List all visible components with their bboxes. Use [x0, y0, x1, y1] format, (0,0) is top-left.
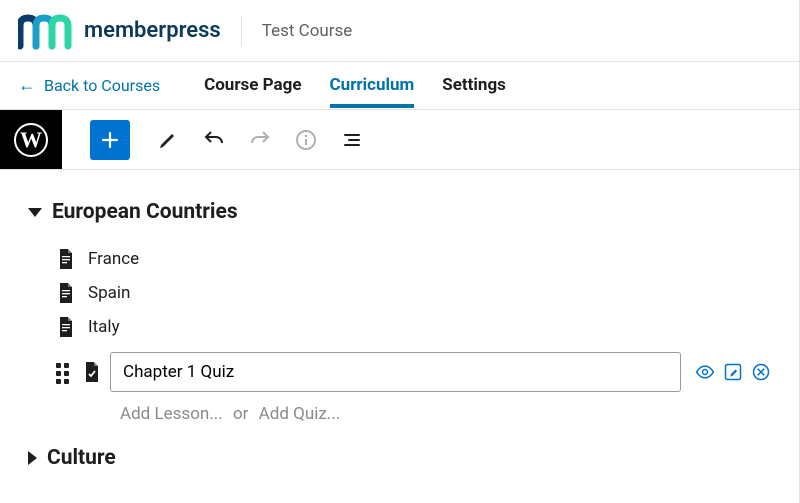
redo-icon — [248, 128, 272, 152]
wordpress-badge[interactable]: W — [0, 110, 62, 169]
add-block-button[interactable] — [90, 120, 130, 160]
tab-settings[interactable]: Settings — [442, 64, 506, 107]
back-link-label: Back to Courses — [44, 76, 160, 95]
lesson-item[interactable]: Spain — [58, 276, 771, 310]
add-quiz-link[interactable]: Add Quiz... — [259, 404, 341, 424]
brand: memberpress — [18, 12, 221, 50]
header-divider — [241, 16, 242, 46]
tab-course-page[interactable]: Course Page — [204, 64, 301, 107]
quiz-entry-row — [56, 352, 771, 392]
quiz-actions — [691, 362, 771, 382]
list-icon — [340, 128, 364, 152]
info-button[interactable] — [286, 120, 326, 160]
lesson-item[interactable]: France — [58, 242, 771, 276]
undo-icon — [202, 128, 226, 152]
lesson-label: Italy — [88, 317, 120, 337]
delete-icon[interactable] — [751, 362, 771, 382]
brand-name: memberpress — [84, 18, 221, 43]
quiz-document-icon — [84, 362, 100, 382]
disclosure-down-icon — [28, 208, 42, 217]
editor-toolbar-row: W — [0, 110, 799, 170]
document-icon — [58, 283, 74, 303]
undo-button[interactable] — [194, 120, 234, 160]
plus-icon — [98, 128, 122, 152]
info-icon — [294, 128, 318, 152]
lesson-item[interactable]: Italy — [58, 310, 771, 344]
arrow-left-icon: ← — [18, 75, 36, 96]
wordpress-logo-icon: W — [14, 123, 48, 157]
lesson-label: Spain — [88, 283, 130, 303]
section-title: Culture — [47, 446, 116, 470]
redo-button[interactable] — [240, 120, 280, 160]
lesson-label: France — [88, 249, 139, 269]
drag-handle-icon[interactable] — [56, 363, 74, 381]
section-header[interactable]: Culture — [28, 442, 771, 474]
subheader: ← Back to Courses Course Page Curriculum… — [0, 62, 799, 110]
section-header[interactable]: European Countries — [28, 196, 771, 228]
edit-icon[interactable] — [723, 362, 743, 382]
curriculum-content: European Countries France Spain Italy — [0, 170, 799, 474]
section-european-countries: European Countries France Spain Italy — [28, 196, 771, 424]
disclosure-right-icon — [28, 451, 37, 465]
edit-button[interactable] — [148, 120, 188, 160]
document-icon — [58, 249, 74, 269]
app-header: memberpress Test Course — [0, 0, 799, 62]
add-separator: or — [233, 404, 248, 424]
pencil-icon — [156, 128, 180, 152]
section-title: European Countries — [52, 200, 238, 224]
outline-button[interactable] — [332, 120, 372, 160]
add-item-row: Add Lesson... or Add Quiz... — [120, 404, 771, 424]
document-icon — [58, 317, 74, 337]
back-to-courses-link[interactable]: ← Back to Courses — [18, 75, 160, 96]
course-title: Test Course — [262, 21, 353, 41]
editor-toolbar — [62, 110, 372, 169]
section-culture: Culture — [28, 442, 771, 474]
quiz-title-input[interactable] — [110, 352, 681, 392]
memberpress-logo-icon — [18, 12, 78, 50]
add-lesson-link[interactable]: Add Lesson... — [120, 404, 223, 424]
preview-icon[interactable] — [695, 362, 715, 382]
tab-curriculum[interactable]: Curriculum — [330, 64, 415, 107]
lesson-list: France Spain Italy Add — [58, 242, 771, 424]
tab-bar: Course Page Curriculum Settings — [204, 64, 506, 107]
